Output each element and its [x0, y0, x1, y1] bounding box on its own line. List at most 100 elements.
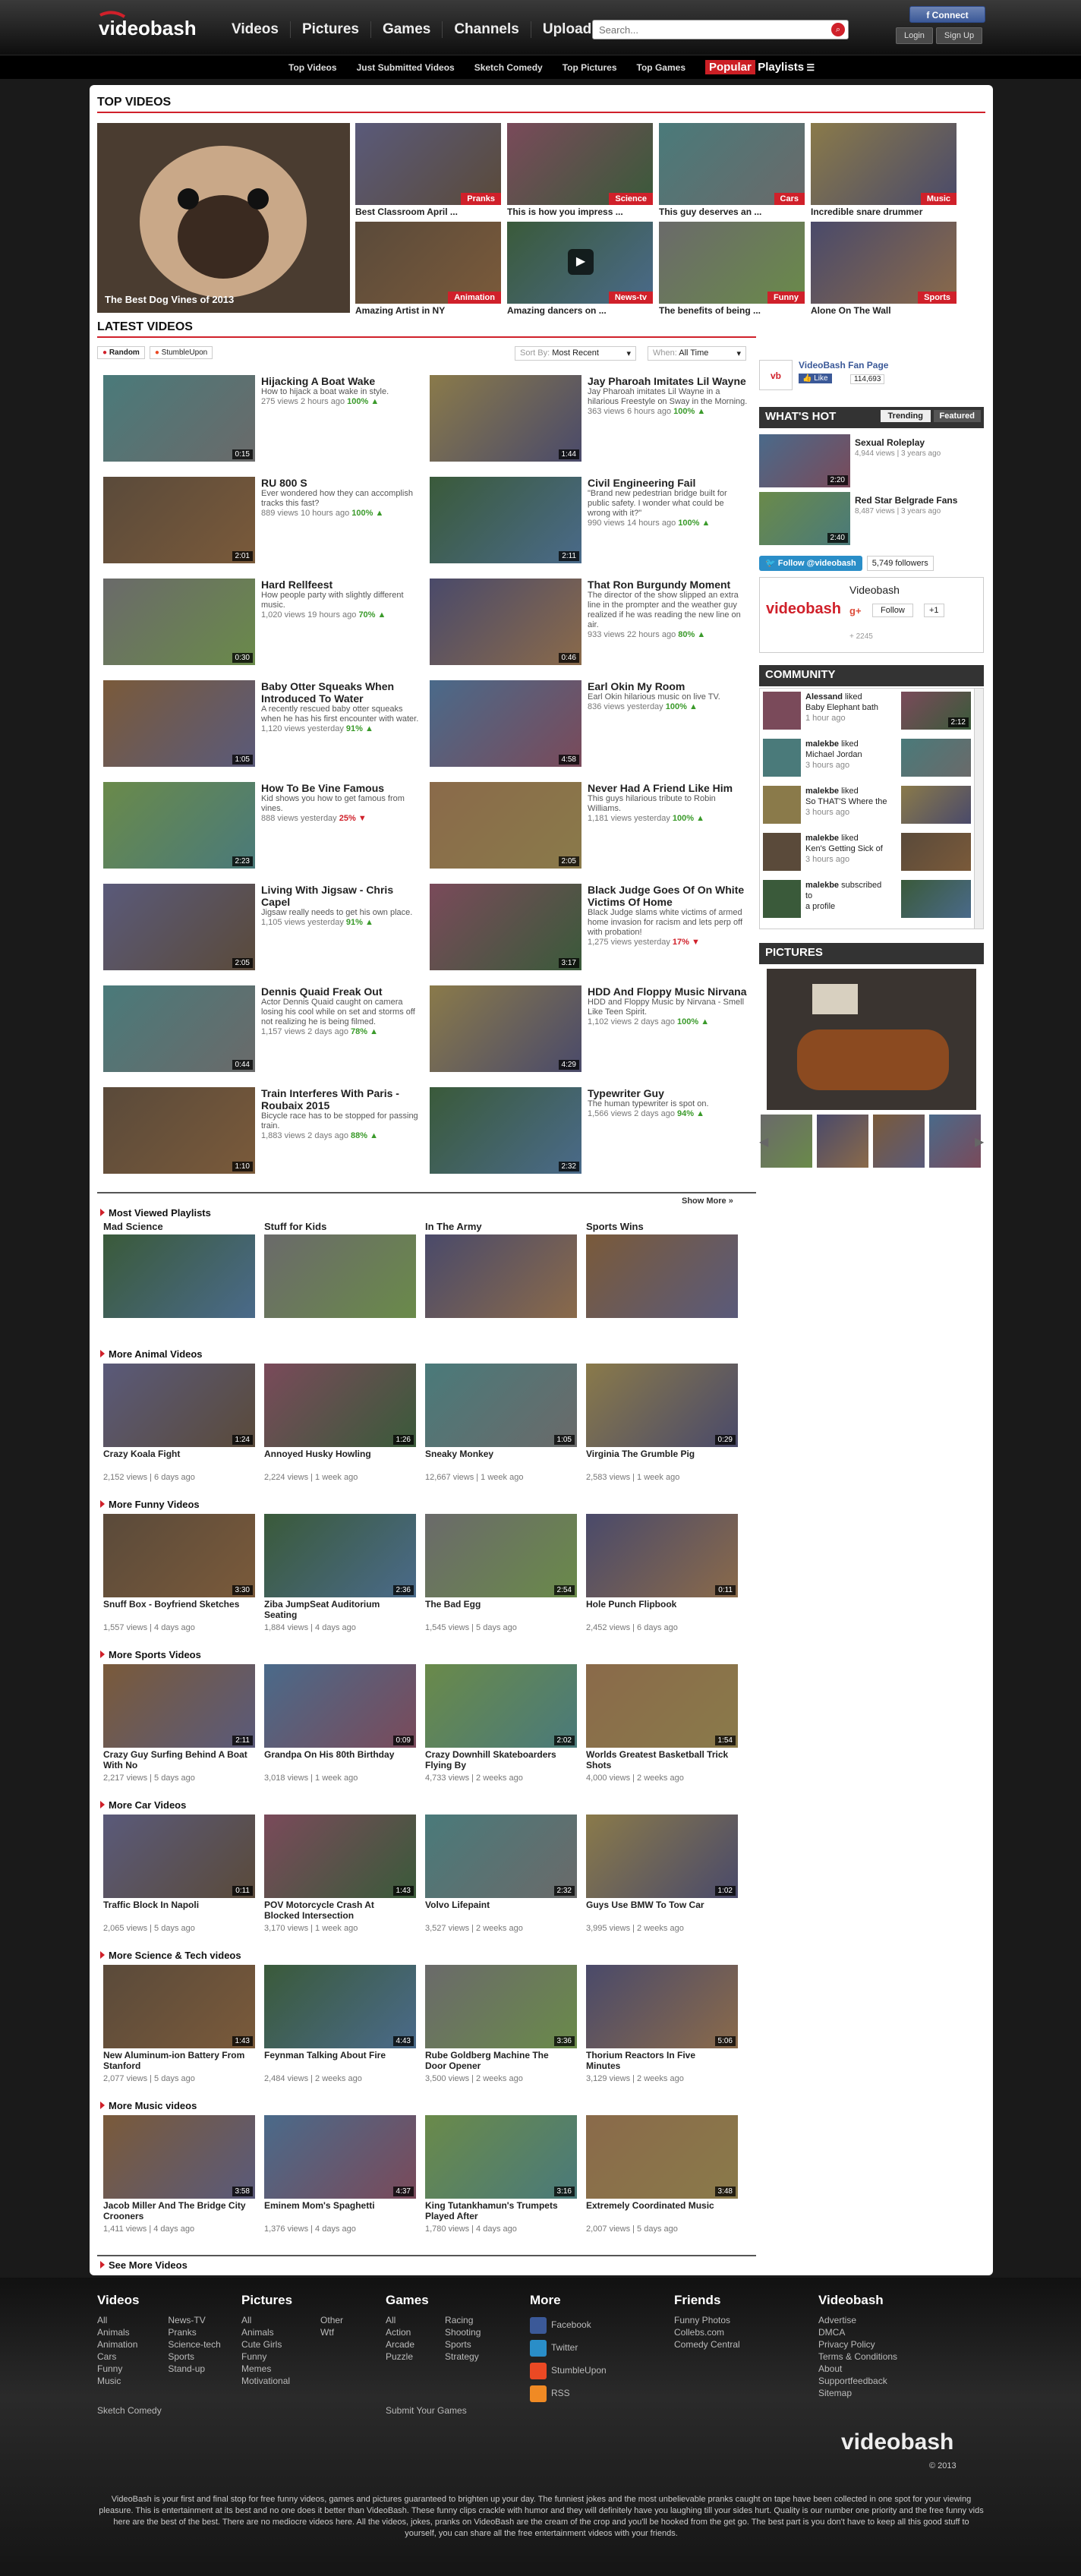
signup-button[interactable]: Sign Up	[935, 27, 983, 44]
latest-video-thumb[interactable]: 2:05	[103, 884, 255, 970]
top-video-thumb[interactable]: Science	[507, 123, 653, 205]
latest-video-thumb[interactable]: 4:29	[430, 985, 581, 1072]
video-title[interactable]: Baby Otter Squeaks When Introduced To Wa…	[261, 680, 422, 705]
group-video-title[interactable]: Crazy Guy Surfing Behind A Boat With No	[103, 1749, 247, 1770]
footer-link[interactable]: All	[386, 2314, 414, 2326]
group-video-thumb[interactable]: 2:02	[425, 1664, 577, 1748]
group-video-thumb[interactable]: 1:02	[586, 1815, 738, 1898]
community-target[interactable]: Ken's Getting Sick of	[805, 844, 883, 853]
group-video-title[interactable]: Sneaky Monkey	[425, 1449, 569, 1459]
nav-games[interactable]: Games	[370, 21, 442, 38]
community-user[interactable]: malekbe	[805, 881, 839, 890]
twitter-follow-button[interactable]: 🐦 Follow @videobash	[759, 556, 862, 571]
footer-sketch-comedy[interactable]: Sketch Comedy	[97, 2405, 162, 2416]
group-video-thumb[interactable]: 2:54	[425, 1514, 577, 1597]
footer-link[interactable]: News-TV	[168, 2314, 220, 2326]
group-video-thumb[interactable]: 1:26	[264, 1364, 416, 1447]
group-video-thumb[interactable]: 1:05	[425, 1364, 577, 1447]
video-title[interactable]: Black Judge Goes Of On White Victims Of …	[588, 884, 749, 908]
group-video-title[interactable]: Jacob Miller And The Bridge City Crooner…	[103, 2200, 247, 2221]
video-title[interactable]: Earl Okin My Room	[588, 680, 749, 692]
footer-link[interactable]: Sitemap	[818, 2387, 897, 2399]
tab-featured[interactable]: Featured	[933, 410, 981, 422]
playlist-title[interactable]: Mad Science	[103, 1221, 163, 1232]
group-video-thumb[interactable]: 1:54	[586, 1664, 738, 1748]
group-video-title[interactable]: Hole Punch Flipbook	[586, 1599, 730, 1610]
category-badge[interactable]: Sports	[918, 292, 957, 304]
group-video-thumb[interactable]: 3:58	[103, 2115, 255, 2199]
playlist-title[interactable]: Sports Wins	[586, 1221, 644, 1232]
footer-link[interactable]: All	[97, 2314, 137, 2326]
footer-link[interactable]: Arcade	[386, 2338, 414, 2351]
community-user[interactable]: Alessand	[805, 692, 843, 702]
footer-link[interactable]: Animals	[241, 2326, 290, 2338]
search-input[interactable]	[593, 20, 821, 39]
top-video-thumb[interactable]: Cars	[659, 123, 805, 205]
footer-link[interactable]: StumbleUpon	[530, 2360, 607, 2382]
footer-link[interactable]: Action	[386, 2326, 414, 2338]
footer-link[interactable]: Animals	[97, 2326, 137, 2338]
subnav-sketch-comedy[interactable]: Sketch Comedy	[474, 62, 543, 73]
top-video-title[interactable]: The benefits of being ...	[659, 305, 805, 316]
group-video-title[interactable]: Crazy Downhill Skateboarders Flying By	[425, 1749, 569, 1770]
footer-link[interactable]: Supportfeedback	[818, 2375, 897, 2387]
playlist-thumb[interactable]	[103, 1234, 255, 1318]
latest-video-thumb[interactable]: 1:05	[103, 680, 255, 767]
stumbleupon-button[interactable]: ● StumbleUpon	[149, 346, 213, 359]
video-title[interactable]: How To Be Vine Famous	[261, 782, 422, 794]
community-target[interactable]: Baby Elephant bath	[805, 703, 878, 712]
footer-link[interactable]: All	[241, 2314, 290, 2326]
scrollbar[interactable]	[974, 689, 983, 929]
video-title[interactable]: Jay Pharoah Imitates Lil Wayne	[588, 375, 749, 387]
group-video-title[interactable]: Eminem Mom's Spaghetti	[264, 2200, 408, 2211]
footer-link[interactable]: Shooting	[445, 2326, 481, 2338]
see-more-link[interactable]: See More Videos	[100, 2259, 188, 2271]
hot-video-thumb[interactable]: 2:20	[759, 434, 850, 487]
latest-video-thumb[interactable]: 3:17	[430, 884, 581, 970]
chevron-right-icon[interactable]: ▶	[975, 1134, 984, 1149]
group-video-title[interactable]: POV Motorcycle Crash At Blocked Intersec…	[264, 1900, 408, 1921]
category-badge[interactable]: Pranks	[461, 193, 501, 205]
avatar[interactable]	[763, 739, 801, 777]
subnav-top-videos[interactable]: Top Videos	[288, 62, 337, 73]
sort-select[interactable]: Sort By: Most Recent ▾	[515, 346, 636, 361]
group-video-thumb[interactable]: 2:36	[264, 1514, 416, 1597]
footer-link[interactable]: Collebs.com	[674, 2326, 740, 2338]
group-video-title[interactable]: Traffic Block In Napoli	[103, 1900, 247, 1910]
playlist-title[interactable]: Stuff for Kids	[264, 1221, 326, 1232]
top-video-title[interactable]: Alone On The Wall	[811, 305, 957, 316]
footer-link[interactable]: Comedy Central	[674, 2338, 740, 2351]
video-title[interactable]: RU 800 S	[261, 477, 422, 489]
group-video-title[interactable]: King Tutankhamun's Trumpets Played After	[425, 2200, 569, 2221]
group-video-title[interactable]: Volvo Lifepaint	[425, 1900, 569, 1910]
group-video-thumb[interactable]: 0:09	[264, 1664, 416, 1748]
footer-link[interactable]: Facebook	[530, 2314, 607, 2337]
video-title[interactable]: Hard Rellfeest	[261, 579, 422, 591]
picture-thumb[interactable]	[873, 1115, 925, 1168]
group-video-thumb[interactable]: 1:43	[103, 1965, 255, 2048]
group-video-thumb[interactable]: 2:11	[103, 1664, 255, 1748]
group-video-title[interactable]: The Bad Egg	[425, 1599, 569, 1610]
avatar[interactable]	[763, 692, 801, 730]
latest-video-thumb[interactable]: 1:44	[430, 375, 581, 462]
latest-video-thumb[interactable]: 0:30	[103, 579, 255, 665]
tab-trending[interactable]: Trending	[880, 410, 931, 422]
group-video-title[interactable]: Extremely Coordinated Music	[586, 2200, 730, 2211]
latest-video-thumb[interactable]: 0:46	[430, 579, 581, 665]
gplus-plusone-button[interactable]: +1	[924, 604, 944, 617]
playlist-thumb[interactable]	[425, 1234, 577, 1318]
community-thumb[interactable]: 2:12	[901, 692, 971, 730]
latest-video-thumb[interactable]: 2:32	[430, 1087, 581, 1174]
nav-pictures[interactable]: Pictures	[289, 21, 370, 38]
footer-link[interactable]: Wtf	[320, 2326, 343, 2338]
footer-link[interactable]: Science-tech	[168, 2338, 220, 2351]
picture-thumb[interactable]	[817, 1115, 868, 1168]
video-title[interactable]: Hijacking A Boat Wake	[261, 375, 422, 387]
group-video-title[interactable]: Grandpa On His 80th Birthday	[264, 1749, 408, 1760]
video-title[interactable]: Never Had A Friend Like Him	[588, 782, 749, 794]
category-badge[interactable]: News-tv	[608, 292, 653, 304]
footer-link[interactable]: Sports	[445, 2338, 481, 2351]
facebook-like-button[interactable]: 👍 Like	[799, 374, 832, 383]
group-video-title[interactable]: Guys Use BMW To Tow Car	[586, 1900, 730, 1910]
footer-link[interactable]: Cute Girls	[241, 2338, 290, 2351]
